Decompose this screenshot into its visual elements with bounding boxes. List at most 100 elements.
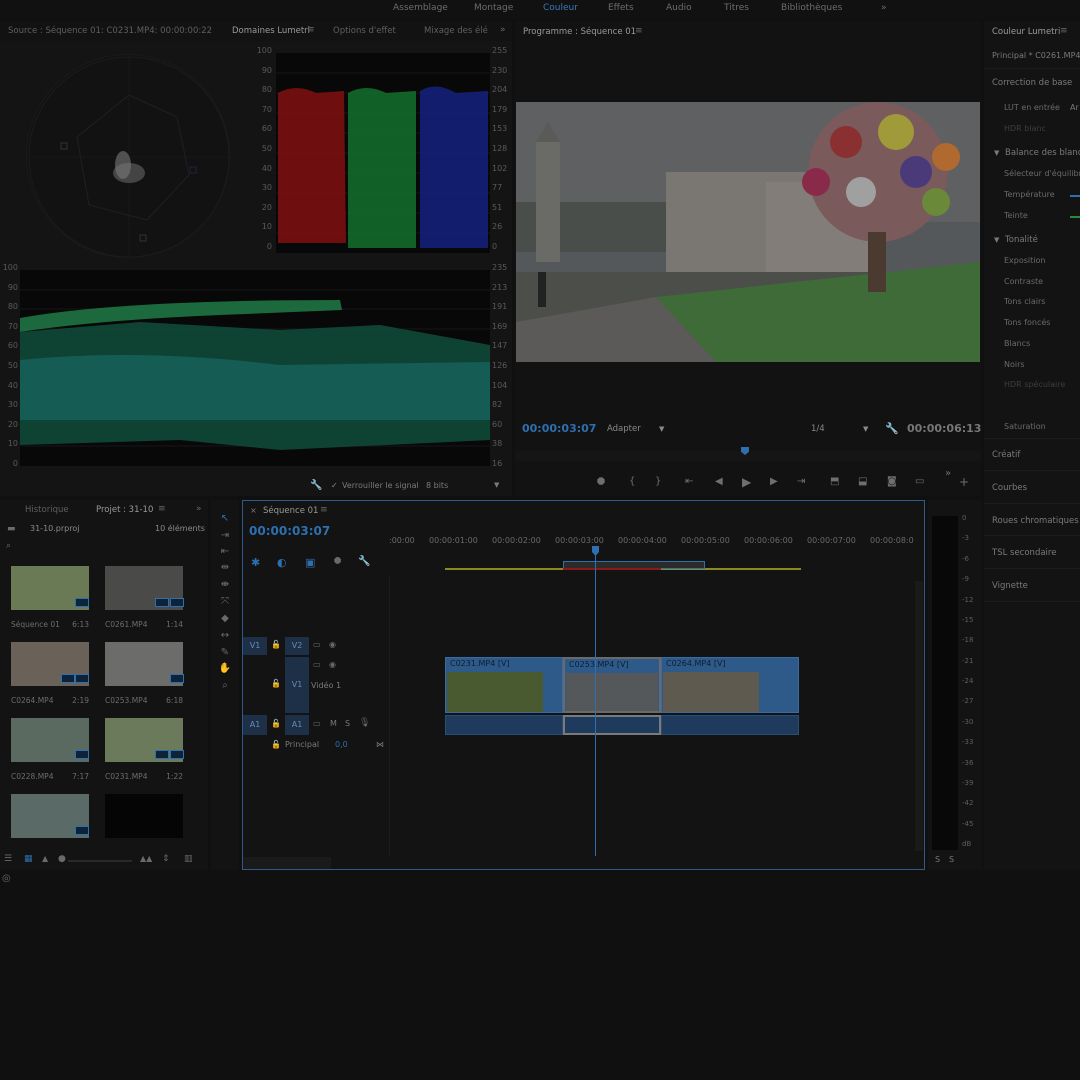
tint-slider[interactable] [1070, 216, 1080, 218]
step-back-icon[interactable]: ◀ [715, 476, 723, 487]
marker-icon[interactable]: ⯃ [597, 477, 605, 488]
wrench-icon[interactable]: 🔧 [358, 556, 370, 567]
clip-c0264[interactable]: C0264.MP4 [V] [661, 657, 799, 713]
audio-clip[interactable] [563, 715, 661, 735]
go-to-in-icon[interactable]: ⇤ [685, 476, 693, 487]
add-marker-icon[interactable]: ⯃ [334, 557, 341, 567]
program-scrub-bar[interactable] [515, 447, 981, 461]
panel-menu-icon[interactable]: ≡ [307, 25, 315, 35]
timeline-timecode[interactable]: 00:00:03:07 [249, 524, 330, 538]
resolution-select[interactable]: 1/4 [811, 424, 825, 434]
master-value[interactable]: 0,0 [335, 740, 348, 749]
solo-right-button[interactable]: S [949, 855, 954, 864]
sync-lock-icon[interactable]: ▭ [313, 660, 321, 669]
panel-menu-icon[interactable]: ≡ [1060, 26, 1068, 36]
zoom-out-icon[interactable]: ▲ [42, 854, 48, 863]
lumetri-clip-select[interactable]: Principal * C0261.MP4 [992, 51, 1080, 60]
bit-depth-select[interactable]: 8 bits [426, 481, 448, 490]
workspace-assemblage[interactable]: Assemblage [393, 3, 448, 13]
panel-menu-icon[interactable]: ≡ [635, 26, 643, 36]
tab-source[interactable]: Source : Séquence 01: C0231.MP4: 00:00:0… [8, 26, 212, 36]
eye-icon[interactable]: ◉ [329, 660, 336, 669]
pen-tool-icon[interactable]: ✎ [218, 647, 232, 661]
go-to-out-icon[interactable]: ⇥ [797, 476, 805, 487]
panel-menu-icon[interactable]: ≡ [320, 505, 328, 515]
panel-menu-icon[interactable]: ≡ [158, 504, 166, 514]
list-view-icon[interactable]: ☰ [4, 854, 12, 864]
white-balance-section[interactable]: Balance des blancs [1005, 148, 1080, 158]
lock-signal-checkbox[interactable]: ✓ [331, 481, 338, 490]
solo-left-button[interactable]: S [935, 855, 940, 864]
chevron-down-icon[interactable]: ▼ [863, 425, 868, 433]
track-label-v2[interactable]: V2 [285, 637, 309, 655]
tab-lumetri-scopes[interactable]: Domaines Lumetri [232, 26, 310, 36]
chevron-down-icon[interactable]: ▼ [659, 425, 664, 433]
horizontal-scrollbar[interactable] [243, 857, 331, 869]
eye-icon[interactable]: ◉ [329, 640, 336, 649]
extract-icon[interactable]: ⬓ [858, 476, 867, 487]
rate-stretch-tool-icon[interactable]: ⇼ [218, 579, 232, 593]
section-hsl-secondary[interactable]: TSL secondaire [992, 548, 1056, 558]
section-curves[interactable]: Courbes [992, 483, 1027, 493]
lock-icon[interactable]: 🔓 [271, 740, 281, 749]
vr-icon[interactable]: ▭ [915, 476, 924, 487]
sort-order-icon[interactable]: ⇕ [162, 854, 170, 864]
rolling-edit-tool-icon[interactable]: ⇹ [218, 562, 232, 576]
sort-icon[interactable]: ▲▲ [140, 854, 152, 863]
audio-clip[interactable] [661, 715, 799, 735]
lift-icon[interactable]: ⬒ [830, 476, 839, 487]
section-creative[interactable]: Créatif [992, 450, 1020, 460]
source-patch-a1[interactable]: A1 [243, 715, 267, 735]
program-timecode[interactable]: 00:00:03:07 [522, 422, 596, 435]
workspace-bibliotheques[interactable]: Bibliothèques [781, 3, 842, 13]
go-to-end-icon[interactable]: ⋈ [376, 740, 384, 749]
audio-clip[interactable] [445, 715, 563, 735]
section-basic-correction[interactable]: Correction de base [992, 78, 1072, 88]
clip-c0253[interactable]: C0253.MP4 [V] [563, 657, 661, 713]
tab-sequence[interactable]: Séquence 01 [263, 506, 318, 516]
track-label-v1[interactable]: V1 [285, 657, 309, 713]
lock-icon[interactable]: 🔓 [271, 679, 281, 688]
sync-lock-icon[interactable]: ▭ [313, 719, 321, 728]
linked-selection-icon[interactable]: ◐ [277, 556, 287, 569]
microphone-icon[interactable]: 🎙 [359, 718, 370, 728]
panel-more-button[interactable]: » [500, 25, 506, 35]
wrench-icon[interactable]: 🔧 [885, 422, 899, 435]
tab-effect-controls[interactable]: Options d'effet [333, 26, 396, 36]
slide-tool-icon[interactable]: ↔ [218, 630, 232, 644]
workspace-effets[interactable]: Effets [608, 3, 634, 13]
playhead-handle-icon[interactable] [592, 546, 599, 556]
solo-button[interactable]: S [345, 719, 350, 728]
mark-out-icon[interactable]: } [655, 476, 661, 487]
workspace-more-button[interactable]: » [881, 3, 887, 13]
tab-history[interactable]: Historique [25, 505, 69, 515]
tone-section[interactable]: Tonalité [1005, 235, 1038, 245]
sync-lock-icon[interactable]: ▭ [313, 640, 321, 649]
zoom-tool-icon[interactable]: ⌕ [218, 680, 232, 694]
camera-icon[interactable]: ◙ [887, 476, 897, 487]
thumbnail-clip[interactable] [105, 794, 183, 838]
play-icon[interactable]: ▶ [742, 475, 751, 489]
workspace-audio[interactable]: Audio [666, 3, 692, 13]
snap-icon[interactable]: ✱ [251, 556, 260, 569]
temperature-slider[interactable] [1070, 195, 1080, 197]
icon-view-icon[interactable]: ▦ [24, 854, 33, 864]
fit-select[interactable]: Adapter [607, 424, 641, 434]
vertical-scrollbar[interactable] [915, 581, 923, 851]
slip-tool-icon[interactable]: ◆ [218, 613, 232, 627]
track-select-tool-icon[interactable]: ⇥ [218, 530, 232, 544]
hand-tool-icon[interactable]: ✋ [218, 663, 232, 677]
lut-select[interactable]: Ar [1070, 103, 1079, 112]
workspace-titres[interactable]: Titres [724, 3, 749, 13]
workspace-montage[interactable]: Montage [474, 3, 513, 13]
chevron-down-icon[interactable]: ▼ [494, 481, 499, 489]
section-color-wheels[interactable]: Roues chromatiques [992, 516, 1079, 526]
track-label-a1[interactable]: A1 [285, 715, 309, 735]
lock-icon[interactable]: 🔓 [271, 640, 281, 649]
playhead-icon[interactable] [741, 447, 749, 455]
chevron-down-icon[interactable]: ▼ [994, 149, 999, 157]
clip-c0231[interactable]: C0231.MP4 [V] [445, 657, 563, 713]
zoom-slider-track[interactable] [68, 860, 132, 862]
panel-more-button[interactable]: » [196, 504, 202, 514]
search-icon[interactable]: ⌕ [6, 541, 11, 551]
